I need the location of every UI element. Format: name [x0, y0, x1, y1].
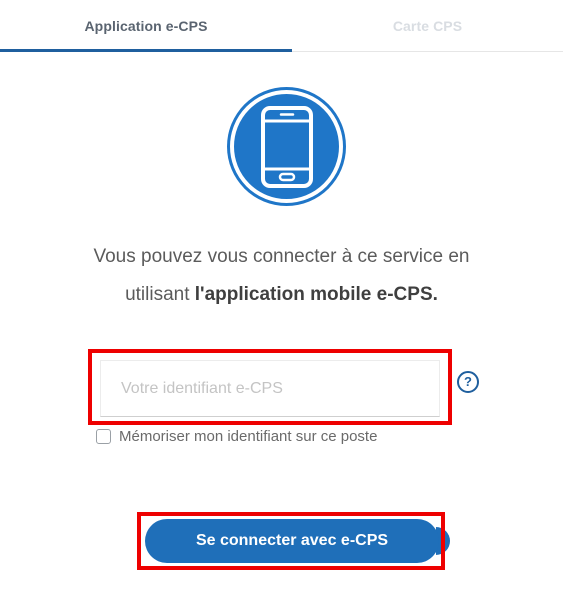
intro-line-2-prefix: utilisant	[125, 284, 195, 305]
tab-application-ecps[interactable]: Application e-CPS	[0, 0, 292, 52]
smartphone-icon	[230, 90, 343, 203]
tab-carte-cps[interactable]: Carte CPS	[292, 0, 563, 52]
connect-highlight-box: Se connecter avec e-CPS	[137, 512, 445, 570]
intro-app-name: l'application mobile e-CPS.	[194, 284, 438, 305]
identifier-highlight-box	[88, 349, 452, 425]
intro-text: Vous pouvez vous connecter à ce service …	[40, 238, 523, 314]
connect-button[interactable]: Se connecter avec e-CPS	[145, 519, 439, 563]
remember-label: Mémoriser mon identifiant sur ce poste	[119, 427, 378, 445]
intro-line-1: Vous pouvez vous connecter à ce service …	[93, 246, 470, 267]
identifier-input[interactable]	[100, 360, 440, 417]
remember-checkbox[interactable]	[96, 428, 111, 444]
intro-line-2: utilisant l'application mobile e-CPS.	[40, 276, 523, 314]
active-tab-indicator	[0, 49, 292, 52]
login-tabs: Application e-CPS Carte CPS	[0, 0, 563, 52]
help-icon[interactable]: ?	[457, 371, 479, 393]
remember-option[interactable]: Mémoriser mon identifiant sur ce poste	[96, 426, 377, 446]
